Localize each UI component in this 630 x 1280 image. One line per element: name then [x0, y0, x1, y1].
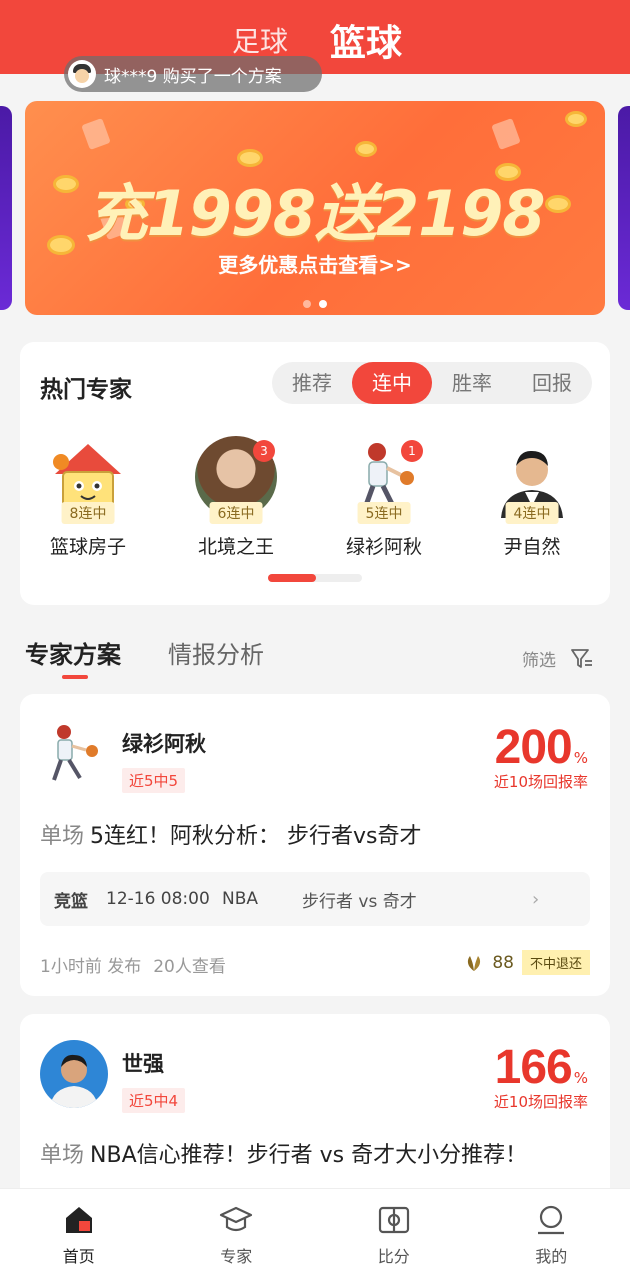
plan-card[interactable]: 绿衫阿秋 近5中5 200% 近10场回报率 单场 5连红！阿秋分析： 步行者vs… [20, 694, 610, 996]
plan-card[interactable]: 世强 近5中4 166% 近10场回报率 单场 NBA信心推荐！步行者 vs 奇才… [20, 1014, 610, 1214]
plan-kind: 单场 [40, 1143, 85, 1168]
graduation-cap-icon [219, 1203, 253, 1237]
plan-headline[interactable]: 单场 NBA信心推荐！步行者 vs 奇才大小分推荐！ [40, 1138, 590, 1174]
plan-title: 5连红！阿秋分析： 步行者vs奇才 [90, 824, 422, 849]
refund-badge: 不中退还 [521, 950, 590, 975]
nav-score-label: 比分 [377, 1247, 410, 1266]
expert-count-badge: 3 [253, 440, 275, 462]
tab-football[interactable]: 足球 [232, 20, 288, 60]
match-category: 竞篮 [54, 891, 88, 912]
segment-winrate[interactable]: 胜率 [432, 362, 512, 404]
segment-recommend[interactable]: 推荐 [272, 362, 352, 404]
banner-title: 充1998送2198 [85, 177, 545, 250]
hot-experts-title: 热门专家 [40, 377, 132, 403]
coin-leaf-icon [468, 955, 481, 971]
scoreboard-icon [377, 1203, 411, 1237]
banner-prev-peek[interactable] [0, 106, 12, 310]
active-tab-indicator [62, 675, 88, 679]
expert-avatar: 8连中 [47, 436, 129, 524]
expert-count-badge: 1 [401, 440, 423, 462]
man-portrait-icon [50, 1054, 98, 1108]
chevron-right-icon: › [532, 888, 540, 910]
tab-basketball[interactable]: 篮球 [330, 14, 402, 66]
expert-streak-badge: 8连中 [61, 502, 115, 524]
pagination-dot-active [319, 300, 327, 308]
user-icon [534, 1203, 568, 1237]
expert-avatar: 3 6连中 [195, 436, 277, 524]
nav-mine-label: 我的 [535, 1247, 568, 1266]
return-rate-value: 166 [494, 1041, 573, 1094]
plan-kind: 单场 [40, 824, 85, 849]
bottom-navigation: 首页 专家 比分 我的 [0, 1188, 630, 1280]
expert-name: 绿衫阿秋 [345, 536, 422, 558]
expert-name: 篮球房子 [49, 536, 126, 558]
tab-expert-plans[interactable]: 专家方案 [25, 635, 121, 670]
expert-avatar: 1 5连中 [343, 436, 425, 524]
nav-home[interactable]: 首页 [0, 1189, 158, 1280]
nav-home-label: 首页 [62, 1247, 95, 1266]
expert-avatar: 4连中 [491, 436, 573, 524]
return-rate-value: 200 [494, 721, 573, 774]
match-teams: 步行者 vs 奇才 [302, 891, 417, 912]
basketball-player-icon [52, 725, 98, 781]
hot-experts-card: 热门专家 推荐 连中 胜率 回报 8连中 篮球房子 3 6连中 北境之王 1 5… [20, 342, 610, 605]
expert-avatar[interactable] [40, 720, 108, 788]
hot-expert-item[interactable]: 8连中 篮球房子 [28, 436, 148, 559]
segment-streak[interactable]: 连中 [352, 362, 432, 404]
view-count: 20人查看 [153, 957, 226, 977]
banner-pagination [303, 300, 327, 308]
plan-headline[interactable]: 单场 5连红！阿秋分析： 步行者vs奇才 [40, 818, 422, 850]
home-icon [62, 1203, 96, 1237]
ranking-segmented-control: 推荐 连中 胜率 回报 [272, 362, 592, 404]
purchase-notice: 球***9 购买了一个方案 [64, 56, 322, 92]
hot-expert-item[interactable]: 1 5连中 绿衫阿秋 [324, 436, 444, 559]
return-rate-unit: % [573, 1069, 588, 1087]
user-avatar-icon [68, 60, 96, 88]
nav-mine[interactable]: 我的 [473, 1189, 630, 1280]
segment-return[interactable]: 回报 [512, 362, 592, 404]
expert-name: 世强 [122, 1052, 164, 1076]
hot-expert-item[interactable]: 4连中 尹自然 [472, 436, 592, 559]
promo-banner[interactable]: 充1998送2198 更多优惠点击查看>> [25, 101, 605, 315]
return-rate: 166% 近10场回报率 [494, 1040, 588, 1112]
recent-record-tag: 近5中4 [122, 1088, 186, 1113]
expert-name: 尹自然 [503, 536, 561, 558]
match-time: 12-16 08:00 [106, 889, 210, 909]
expert-streak-badge: 6连中 [209, 502, 263, 524]
filter-label: 筛选 [522, 651, 556, 671]
nav-expert[interactable]: 专家 [158, 1189, 316, 1280]
return-rate-unit: % [573, 749, 588, 767]
expert-avatar[interactable] [40, 1040, 108, 1108]
expert-streak-badge: 5连中 [357, 502, 411, 524]
hot-expert-item[interactable]: 3 6连中 北境之王 [176, 436, 296, 559]
nav-expert-label: 专家 [220, 1247, 253, 1266]
plan-title: NBA信心推荐！步行者 vs 奇才大小分推荐！ [90, 1143, 528, 1168]
expert-name: 北境之王 [197, 536, 274, 558]
return-rate-label: 近10场回报率 [493, 773, 588, 791]
match-league: NBA [222, 889, 259, 909]
recent-record-tag: 近5中5 [122, 768, 186, 793]
plan-price: 88 不中退还 [464, 950, 590, 975]
purchase-notice-text: 球***9 购买了一个方案 [104, 66, 282, 87]
return-rate: 200% 近10场回报率 [494, 720, 588, 792]
filter-button[interactable]: 筛选 [522, 646, 594, 671]
filter-icon [571, 648, 592, 668]
experts-scroll-indicator [268, 574, 362, 582]
return-rate-label: 近10场回报率 [493, 1093, 588, 1111]
match-info-row[interactable]: 竞篮 12-16 08:00 NBA 步行者 vs 奇才 › [40, 872, 590, 926]
price-value: 88 [492, 952, 514, 973]
tab-intel-analysis[interactable]: 情报分析 [168, 635, 264, 670]
pagination-dot [303, 300, 311, 308]
plan-meta: 1小时前 发布 20人查看 [40, 952, 226, 977]
expert-streak-badge: 4连中 [505, 502, 559, 524]
banner-next-peek[interactable] [618, 106, 630, 310]
expert-name: 绿衫阿秋 [122, 732, 206, 756]
banner-subtitle[interactable]: 更多优惠点击查看>> [25, 249, 605, 278]
nav-score[interactable]: 比分 [315, 1189, 473, 1280]
publish-time: 1小时前 发布 [40, 957, 142, 977]
